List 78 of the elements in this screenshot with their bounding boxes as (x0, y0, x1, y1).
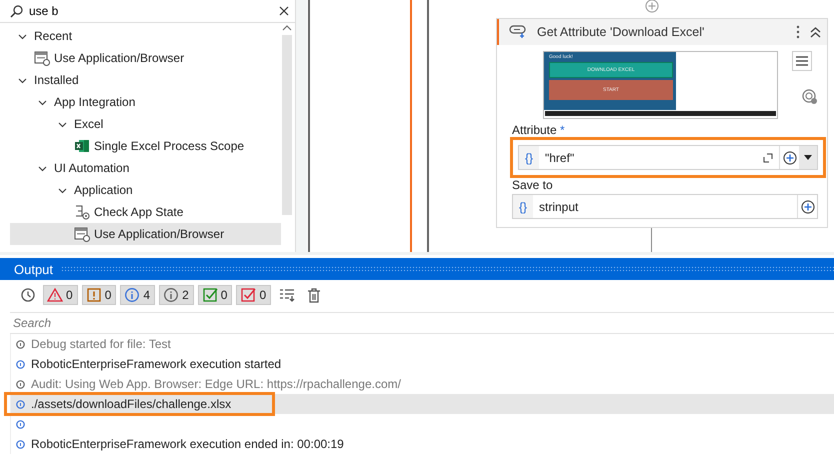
panel-title: Output (14, 262, 54, 276)
filter-button[interactable]: 4 (120, 285, 156, 305)
search-icon (10, 4, 23, 18)
close-icon[interactable] (279, 6, 289, 16)
failure-icon (240, 287, 256, 303)
tree-item[interactable]: Use Application/Browser (10, 47, 281, 69)
required-mark: * (560, 123, 565, 137)
chevron-icon[interactable] (38, 98, 46, 106)
log-message: ./assets/downloadFiles/challenge.xlsx (31, 397, 232, 411)
field-label: Save to (512, 178, 553, 192)
tree-item[interactable]: Application (10, 179, 281, 201)
tree-item[interactable]: App Integration (10, 91, 281, 113)
activity-title: Get Attribute 'Download Excel' (537, 25, 706, 39)
chevron-icon[interactable] (58, 186, 66, 194)
menu-icon (796, 56, 808, 66)
error-icon (86, 287, 102, 303)
log-message: RoboticEnterpriseFramework execution started (31, 357, 282, 371)
plus-icon (782, 150, 796, 164)
filter-button[interactable]: 0 (198, 285, 232, 305)
menu-button[interactable] (792, 51, 812, 71)
filter-button[interactable]: 0 (236, 285, 272, 305)
log-message: Debug started for file: Test (31, 337, 171, 351)
filter-button[interactable]: 0 (82, 285, 116, 305)
plus-icon (800, 200, 814, 214)
chevron-icon[interactable] (38, 164, 46, 172)
attribute-icon (509, 24, 527, 40)
input-field[interactable]: {} "href" (518, 145, 818, 170)
trace-icon (163, 287, 180, 303)
info-icon (16, 420, 25, 428)
add-activity-icon[interactable] (645, 0, 659, 13)
filter-button[interactable]: 2 (159, 285, 194, 305)
log-message: RoboticEnterpriseFramework execution ended in: 00:00:19 (31, 437, 344, 451)
warning-icon (47, 287, 63, 303)
scroll-up-icon[interactable] (282, 25, 292, 31)
excel-icon (74, 138, 90, 154)
chevron-icon[interactable] (18, 32, 26, 40)
tree-item[interactable]: Excel (10, 113, 281, 135)
scrollbar-thumb[interactable] (282, 35, 292, 215)
tree-item[interactable]: Use Application/Browser (10, 223, 281, 245)
expression-badge[interactable]: {} (519, 146, 539, 169)
info-icon (16, 400, 25, 408)
check-state-icon (74, 204, 90, 220)
tree-item[interactable]: Recent (10, 25, 281, 47)
trace-icon (16, 340, 25, 348)
add-button[interactable] (779, 146, 799, 169)
log-row[interactable]: Audit: Using Web App. Browser: Edge URL: https://rpachallenge.com/ (11, 374, 834, 394)
chevron-icon[interactable] (58, 120, 66, 128)
clock-icon (21, 288, 35, 302)
input-field[interactable]: {} strinput (512, 194, 818, 219)
trace-icon (16, 380, 25, 388)
tree-item[interactable]: Check App State (10, 201, 281, 223)
caret-icon (804, 155, 812, 160)
info-icon (16, 360, 25, 368)
app-window-icon (74, 226, 90, 242)
list-icon (279, 288, 296, 302)
filter-button[interactable]: 0 (43, 285, 78, 305)
info-icon (124, 287, 140, 303)
success-icon (202, 287, 218, 303)
add-button[interactable] (797, 195, 817, 218)
tree-item[interactable]: Installed (10, 69, 281, 91)
log-row[interactable]: RoboticEnterpriseFramework execution started (11, 354, 834, 374)
collapse-icon[interactable] (810, 26, 821, 38)
search-field[interactable]: use b (29, 4, 273, 18)
info-icon (16, 440, 25, 448)
tree-item[interactable]: UI Automation (10, 157, 281, 179)
field-label: Attribute (512, 123, 557, 137)
trash-icon (307, 288, 322, 302)
expand-icon[interactable] (763, 152, 773, 162)
more-icon[interactable] (796, 25, 800, 39)
app-window-icon (34, 50, 50, 66)
log-row[interactable]: Debug started for file: Test (11, 334, 834, 354)
log-message: Audit: Using Web App. Browser: Edge URL: https://rpachallenge.com/ (31, 377, 401, 391)
expression-badge[interactable]: {} (513, 195, 533, 218)
tree-item[interactable]: Single Excel Process Scope (10, 135, 281, 157)
chevron-icon[interactable] (18, 76, 26, 84)
dropdown-button[interactable] (799, 146, 817, 169)
target-icon[interactable] (802, 89, 818, 105)
log-row[interactable]: RoboticEnterpriseFramework execution ended in: 00:00:19 (11, 434, 834, 454)
